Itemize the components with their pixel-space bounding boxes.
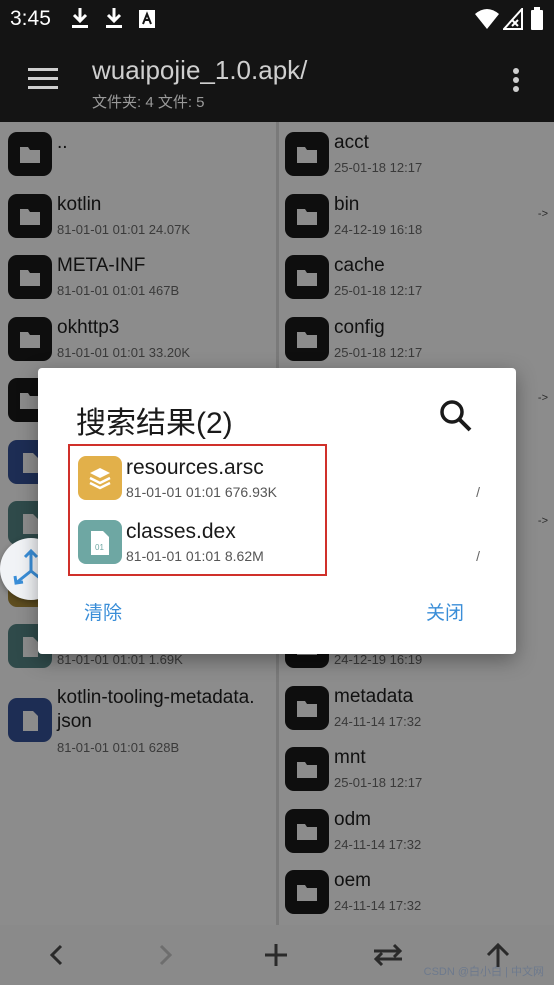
result-name: classes.dex <box>126 520 236 543</box>
item-name: .. <box>57 132 68 153</box>
list-item[interactable]: config 25-01-18 12:17 <box>279 307 554 369</box>
svg-text:01: 01 <box>95 543 104 552</box>
list-item[interactable]: odm 24-11-14 17:32 <box>279 799 554 861</box>
result-path: / <box>476 548 480 564</box>
result-path: / <box>476 484 480 500</box>
item-meta: 24-12-19 16:18 <box>334 221 423 237</box>
item-name: mnt <box>334 747 366 768</box>
item-meta: 24-11-14 17:32 <box>334 898 422 913</box>
add-icon[interactable] <box>256 935 296 975</box>
item-name: oem <box>334 870 371 891</box>
item-meta: 25-01-18 12:17 <box>334 775 423 790</box>
list-item[interactable]: cache 25-01-18 12:17 <box>279 245 554 307</box>
bottom-toolbar: CSDN @白小白 | 中文网 <box>0 925 554 985</box>
list-item[interactable]: kotlin 81-01-01 01:01 24.07K <box>0 184 277 246</box>
item-meta: 25-01-18 12:17 <box>334 344 423 360</box>
folder-icon <box>8 316 52 361</box>
item-name: bin <box>334 193 360 215</box>
list-item[interactable]: okhttp3 81-01-01 01:01 33.20K <box>0 307 277 369</box>
item-name: kotlin-tooling-metadata. json <box>57 687 255 732</box>
wifi-icon <box>474 8 500 35</box>
item-meta: 24-11-14 17:32 <box>334 836 422 852</box>
document-icon <box>8 698 52 742</box>
item-meta: 25-01-18 12:17 <box>334 160 423 175</box>
list-item[interactable]: bin 24-12-19 16:18 -> <box>279 184 554 246</box>
item-meta: 81-01-01 01:01 467B <box>57 283 180 298</box>
item-meta: 81-01-01 01:01 33.20K <box>57 344 190 360</box>
folder-icon <box>285 808 329 853</box>
list-item[interactable]: metadata 24-11-14 17:32 <box>279 676 554 738</box>
list-item[interactable]: META-INF 81-01-01 01:01 467B <box>0 245 277 307</box>
battery-icon <box>530 7 544 36</box>
folder-icon <box>285 747 329 791</box>
item-meta: 81-01-01 01:01 1.69K <box>57 652 183 667</box>
dex-file-icon: 01 <box>78 520 122 564</box>
more-options-icon[interactable] <box>512 67 520 98</box>
item-meta: 24-12-19 16:19 <box>334 652 423 667</box>
folder-icon <box>8 255 52 299</box>
forward-arrow-icon[interactable] <box>146 935 186 975</box>
folder-icon <box>285 255 329 299</box>
folder-icon <box>285 316 329 361</box>
status-time: 3:45 <box>10 7 51 30</box>
back-arrow-icon[interactable] <box>36 935 76 975</box>
item-name: odm <box>334 808 371 830</box>
search-icon[interactable] <box>438 398 474 439</box>
item-meta: 81-01-01 01:01 24.07K <box>57 221 190 237</box>
item-name: META-INF <box>57 255 146 276</box>
layers-icon <box>78 456 122 500</box>
watermark: CSDN @白小白 | 中文网 <box>423 966 544 978</box>
symlink-indicator: -> <box>537 515 548 527</box>
download-icon-2 <box>104 6 124 35</box>
list-item[interactable]: kotlin-tooling-metadata. json 81-01-01 01… <box>0 687 277 755</box>
signal-icon <box>501 6 523 35</box>
item-name: okhttp3 <box>57 316 120 338</box>
menu-icon[interactable] <box>28 68 58 95</box>
download-icon <box>70 6 90 35</box>
symlink-indicator: -> <box>537 207 548 220</box>
search-result-item[interactable]: resources.arsc 81-01-01 01:01 676.93K / <box>78 450 488 508</box>
item-name: cache <box>334 255 385 276</box>
folder-icon <box>285 193 329 238</box>
status-bar: 3:45 <box>0 0 554 38</box>
close-button[interactable]: 关闭 <box>426 598 464 625</box>
item-meta: 81-01-01 01:01 628B <box>57 740 180 755</box>
swap-icon[interactable] <box>368 935 408 975</box>
list-item[interactable]: acct 25-01-18 12:17 <box>279 122 554 184</box>
item-meta: 24-11-14 17:32 <box>334 713 422 729</box>
folder-icon <box>285 132 329 176</box>
item-name: config <box>334 316 385 338</box>
clear-button[interactable]: 清除 <box>84 598 122 625</box>
result-meta: 81-01-01 01:01 676.93K <box>126 484 278 500</box>
app-notification-icon <box>138 9 156 34</box>
page-title: wuaipojie_1.0.apk/ <box>92 55 308 85</box>
folder-icon <box>8 193 52 238</box>
item-name: metadata <box>334 685 414 707</box>
folder-icon <box>285 685 329 730</box>
search-result-item[interactable]: 01 classes.dex 81-01-01 01:01 8.62M / <box>78 514 488 572</box>
search-results-dialog: 搜索结果(2) resources.arsc 81-01-01 01:01 67… <box>38 368 516 654</box>
dialog-title: 搜索结果(2) <box>76 407 233 440</box>
list-item[interactable]: .. <box>0 122 277 184</box>
item-meta: 25-01-18 12:17 <box>334 283 423 298</box>
list-item[interactable]: oem 24-11-14 17:32 <box>279 860 554 922</box>
folder-icon <box>8 132 52 176</box>
item-name: kotlin <box>57 193 102 215</box>
symlink-indicator: -> <box>537 392 548 404</box>
folder-file-count: 文件夹: 4 文件: 5 <box>92 94 205 111</box>
result-meta: 81-01-01 01:01 8.62M <box>126 548 264 564</box>
list-item[interactable]: mnt 25-01-18 12:17 <box>279 737 554 799</box>
app-bar: wuaipojie_1.0.apk/ 文件夹: 4 文件: 5 <box>0 38 554 122</box>
folder-icon <box>285 870 329 914</box>
result-name: resources.arsc <box>126 456 264 479</box>
item-name: acct <box>334 132 369 153</box>
